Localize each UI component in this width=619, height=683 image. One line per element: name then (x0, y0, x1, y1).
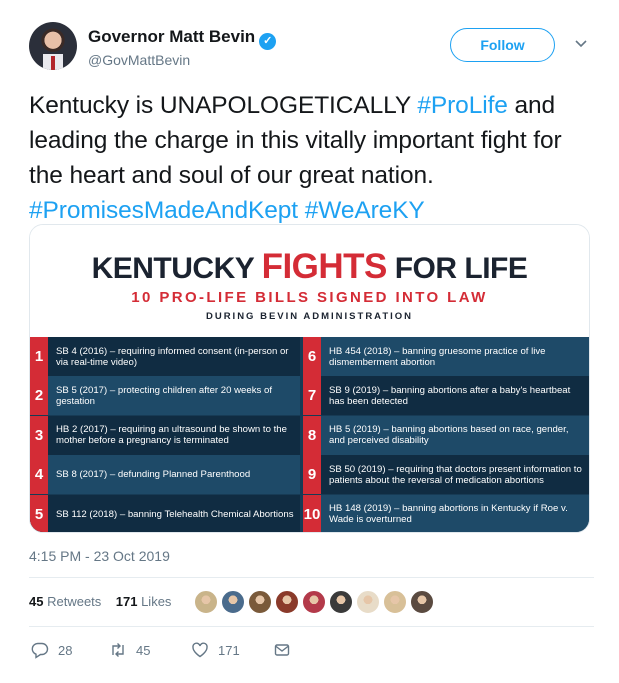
bill-description: SB 4 (2016) – requiring informed consent… (56, 345, 289, 368)
bill-number: 3 (30, 415, 48, 455)
like-button[interactable]: 171 (191, 639, 240, 661)
tweet-timestamp[interactable]: 4:15 PM - 23 Oct 2019 (29, 548, 170, 564)
tweet-text-segment: Kentucky is UNAPOLOGETICALLY (29, 92, 418, 119)
likes-stat[interactable]: 171 Likes (116, 594, 172, 609)
bill-number: 5 (30, 494, 48, 532)
direct-message-button[interactable] (273, 639, 300, 661)
retweet-icon (112, 643, 124, 657)
bill-number: 1 (30, 337, 48, 376)
liker-avatar[interactable] (247, 589, 273, 615)
bill-description: SB 50 (2019) – requiring that doctors pr… (329, 463, 582, 486)
avatar[interactable] (29, 22, 77, 70)
bill-item: 8 HB 5 (2019) – banning abortions based o… (303, 415, 589, 455)
bill-description: HB 2 (2017) – requiring an ultrasound be… (56, 424, 287, 447)
bill-number: 6 (303, 337, 321, 376)
bill-description: HB 454 (2018) – banning gruesome practic… (329, 345, 546, 368)
bill-description: SB 9 (2019) – banning abortions after a … (329, 384, 571, 407)
reply-icon (31, 642, 49, 659)
bill-item: 4 SB 8 (2017) – defunding Planned Parenth… (30, 455, 300, 495)
follow-button[interactable]: Follow (450, 28, 555, 62)
liker-avatar[interactable] (328, 589, 354, 615)
infographic-title: KENTUCKY FIGHTS FOR LIFE (91, 247, 528, 286)
liker-avatar[interactable] (301, 589, 327, 615)
liker-avatar[interactable] (193, 589, 219, 615)
tweet-text: Kentucky is UNAPOLOGETICALLY #ProLife an… (29, 88, 599, 228)
liker-avatar[interactable] (382, 589, 408, 615)
infographic-header: KENTUCKY FIGHTS FOR LIFE 10 PRO-LIFE BIL… (30, 225, 589, 335)
bill-number: 4 (30, 455, 48, 495)
liker-avatar[interactable] (220, 589, 246, 615)
bill-item: 7 SB 9 (2019) – banning abortions after a… (303, 376, 589, 416)
verified-badge-icon: ✓ (259, 33, 277, 50)
bill-description: HB 5 (2019) – banning abortions based on… (329, 424, 569, 447)
liker-avatar[interactable] (409, 589, 435, 615)
divider (29, 626, 594, 627)
author-name[interactable]: Governor Matt Bevin (88, 27, 255, 46)
bill-number: 7 (303, 376, 321, 416)
tweet-text-segment (298, 197, 305, 224)
hashtag-link[interactable]: #WeAreKY (305, 197, 425, 224)
bill-item: 3 HB 2 (2017) – requiring an ultrasound b… (30, 415, 300, 455)
bill-number: 8 (303, 415, 321, 455)
author-name-row[interactable]: Governor Matt Bevin ✓ (88, 27, 277, 50)
infographic-subtitle: 10 PRO-LIFE BILLS SIGNED INTO LAW (131, 289, 488, 306)
heart-icon (192, 642, 208, 658)
engagement-stats: 45 Retweets 171 Likes (29, 594, 171, 609)
hashtag-link[interactable]: #ProLife (417, 92, 508, 119)
liker-avatar[interactable] (274, 589, 300, 615)
bill-description: SB 5 (2017) – protecting children after … (56, 384, 272, 407)
tweet-header: Governor Matt Bevin ✓ @GovMattBevin Follo… (29, 22, 599, 74)
infographic-caption: DURING BEVIN ADMINISTRATION (205, 311, 414, 322)
bill-description: SB 8 (2017) – defunding Planned Parentho… (56, 469, 251, 481)
author-handle[interactable]: @GovMattBevin (88, 52, 190, 68)
reply-count: 28 (58, 642, 73, 658)
bill-description: SB 112 (2018) – banning Telehealth Chemi… (56, 508, 294, 520)
liker-avatar[interactable] (355, 589, 381, 615)
like-count: 171 (218, 642, 240, 658)
reply-button[interactable]: 28 (31, 639, 72, 661)
retweet-button[interactable]: 45 (109, 639, 150, 661)
bill-list: 1 SB 4 (2016) – requiring informed consen… (30, 337, 589, 532)
divider (29, 577, 594, 578)
bill-item: 10 HB 148 (2019) – banning abortions in K… (303, 494, 589, 532)
infographic-image[interactable]: KENTUCKY FIGHTS FOR LIFE 10 PRO-LIFE BIL… (29, 224, 590, 533)
bill-item: 9 SB 50 (2019) – requiring that doctors p… (303, 455, 589, 495)
direct-message-icon (274, 644, 290, 656)
bill-description: HB 148 (2019) – banning abortions in Ken… (329, 503, 568, 526)
tweet-actions: 28 45 171 (29, 639, 329, 661)
bill-item: 6 HB 454 (2018) – banning gruesome practi… (303, 337, 589, 376)
retweets-stat[interactable]: 45 Retweets (29, 594, 101, 609)
retweet-count: 45 (136, 642, 151, 658)
bill-item: 5 SB 112 (2018) – banning Telehealth Chem… (30, 494, 300, 532)
chevron-down-icon[interactable] (574, 36, 588, 50)
bill-number: 9 (303, 455, 321, 495)
bill-item: 2 SB 5 (2017) – protecting children after… (30, 376, 300, 416)
bill-number: 2 (30, 376, 48, 416)
hashtag-link[interactable]: #PromisesMadeAndKept (29, 197, 298, 224)
bill-number: 10 (303, 494, 321, 532)
bill-item: 1 SB 4 (2016) – requiring informed consen… (30, 337, 300, 376)
